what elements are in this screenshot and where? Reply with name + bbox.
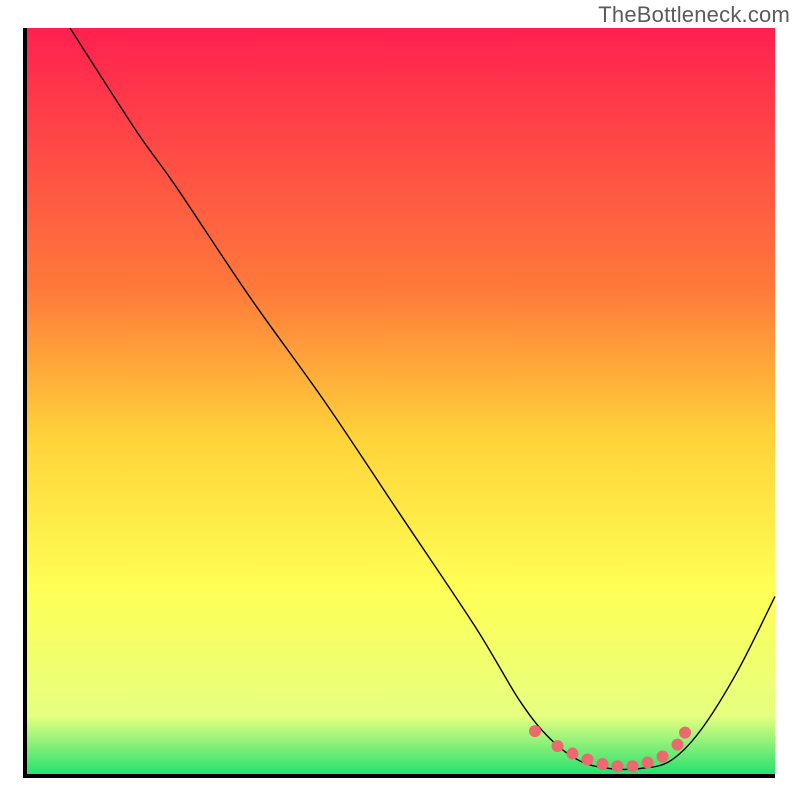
- fit-zone-dot: [642, 757, 654, 769]
- fit-zone-dot: [657, 751, 669, 763]
- fit-zone-dot: [567, 748, 579, 760]
- chart-frame: TheBottleneck.com: [0, 0, 800, 800]
- fit-zone-dot: [612, 760, 624, 772]
- watermark-text: TheBottleneck.com: [598, 2, 790, 28]
- fit-zone-dot: [552, 740, 564, 752]
- fit-zone-dot: [679, 727, 691, 739]
- fit-zone-dot: [627, 760, 639, 772]
- fit-zone-dot: [529, 725, 541, 737]
- fit-zone-dot: [597, 758, 609, 770]
- gradient-background: [25, 28, 775, 776]
- bottleneck-chart: [0, 0, 800, 800]
- fit-zone-dot: [582, 754, 594, 766]
- fit-zone-dot: [672, 739, 684, 751]
